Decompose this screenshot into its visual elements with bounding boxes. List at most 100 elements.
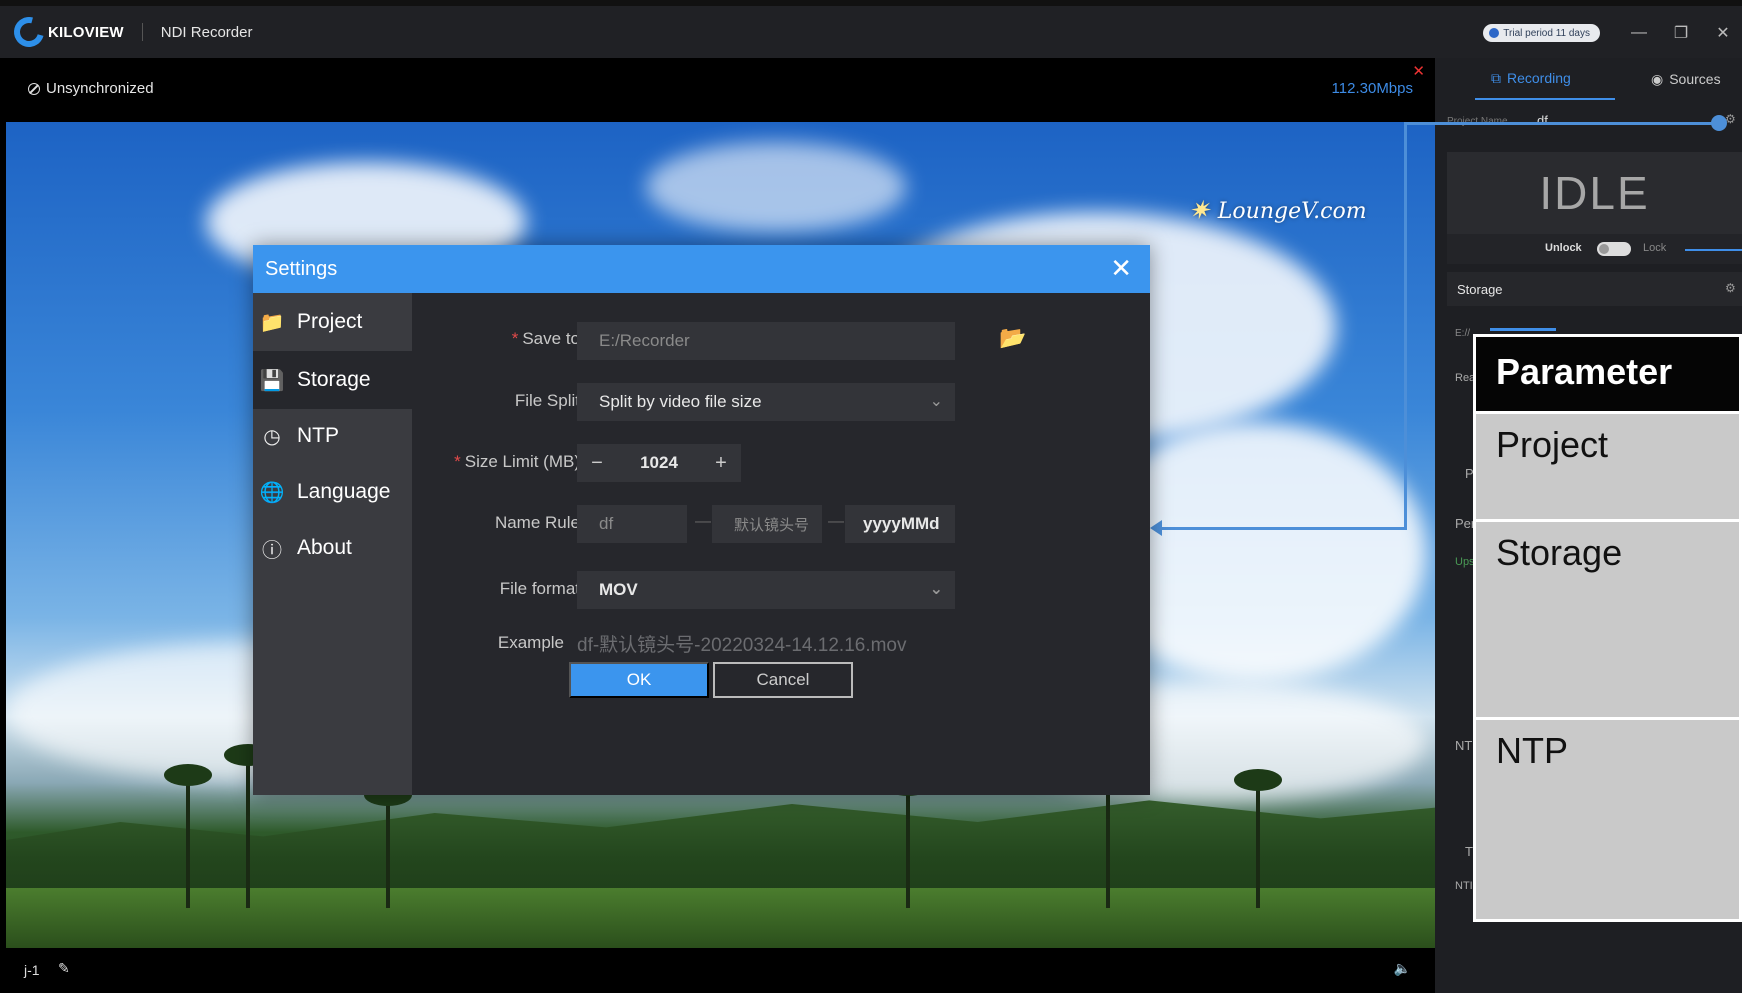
annotation-line — [1404, 122, 1407, 530]
title-separator — [141, 23, 143, 41]
name-rule-part-2[interactable]: 默认镜头号 — [712, 505, 822, 543]
file-format-label: File format — [499, 579, 580, 598]
tab-sources[interactable]: ◉ Sources — [1641, 58, 1742, 100]
palm-tree-shape — [1234, 769, 1282, 908]
example-label: Example — [497, 633, 564, 652]
chevron-down-icon: ⌄ — [929, 393, 943, 410]
close-stream-button[interactable]: ✕ — [1412, 62, 1425, 80]
name-rule-part-1[interactable]: df — [577, 505, 687, 543]
globe-icon: 🌐 — [259, 481, 285, 504]
file-split-select[interactable]: Split by video file size ⌄ — [577, 383, 955, 421]
storage-section-header: Storage ⚙ — [1447, 272, 1742, 306]
project-name-value[interactable]: df — [1537, 113, 1548, 128]
gear-icon[interactable]: ⚙ — [1725, 281, 1736, 295]
settings-nav: 📁 Project 💾 Storage ◷ NTP 🌐 Language ⓘ A… — [253, 293, 412, 795]
volume-icon[interactable]: 🔈 — [1394, 960, 1411, 977]
example-value: df-默认镜头号-20220324-14.12.16.mov — [577, 635, 907, 656]
trial-badge-label: Trial period 11 days — [1503, 27, 1590, 39]
panel-stub: Ups — [1455, 556, 1475, 568]
lock-toggle[interactable] — [1597, 242, 1631, 256]
parameter-row-ntp: NTP — [1476, 717, 1739, 919]
storage-usage-bar — [1490, 328, 1556, 331]
settings-nav-label: Language — [297, 480, 391, 503]
browse-folder-icon[interactable]: 📂 — [999, 325, 1026, 351]
name-rule-label: Name Rule — [494, 513, 580, 532]
star-icon: ✷ — [1188, 196, 1210, 226]
lock-indicator-line — [1685, 249, 1742, 251]
size-limit-value[interactable]: 1024 — [617, 453, 701, 473]
sync-status-label: Unsynchronized — [46, 80, 154, 97]
settings-close-button[interactable]: ✕ — [1110, 253, 1132, 284]
record-icon: ⧉ — [1491, 69, 1501, 86]
bitrate-readout: 112.30Mbps — [1331, 80, 1413, 97]
grass-shape — [6, 888, 1435, 948]
palm-tree-shape — [164, 764, 212, 908]
restore-button[interactable]: ❐ — [1668, 20, 1694, 46]
parameter-row-project: Project — [1476, 411, 1739, 519]
lock-row: Unlock Lock — [1447, 234, 1742, 264]
ok-button[interactable]: OK — [569, 662, 709, 698]
parameter-table: Parameter Project Storage NTP — [1473, 334, 1742, 922]
watermark-text: LoungeV.com — [1217, 198, 1367, 224]
stream-status-bar: Unsynchronized 112.30Mbps ✕ — [0, 58, 1435, 122]
tab-recording-label: Recording — [1507, 70, 1571, 86]
save-to-label: * Save to — [511, 329, 580, 348]
decrement-button[interactable]: − — [577, 444, 617, 482]
file-format-value: MOV — [599, 580, 638, 599]
storage-section-title: Storage — [1457, 282, 1503, 297]
file-split-label: File Split — [514, 391, 580, 410]
settings-dialog-header: Settings ✕ — [253, 245, 1150, 293]
size-limit-stepper: − 1024 + — [577, 444, 741, 482]
palm-tree-shape — [224, 744, 272, 908]
file-split-value: Split by video file size — [599, 392, 762, 411]
separator-dash: — — [828, 513, 844, 530]
settings-nav-ntp[interactable]: ◷ NTP — [253, 407, 412, 465]
brand-logo: KILOVIEW — [8, 11, 124, 53]
unlock-label: Unlock — [1545, 242, 1582, 254]
settings-dialog-title: Settings — [265, 258, 338, 280]
folder-icon: 📁 — [259, 311, 285, 334]
cancel-button[interactable]: Cancel — [713, 662, 853, 698]
minimize-button[interactable]: — — [1626, 20, 1652, 46]
info-icon: ⓘ — [262, 539, 282, 562]
settings-nav-about[interactable]: ⓘ About — [253, 519, 412, 577]
chevron-down-icon: ⌄ — [929, 581, 943, 598]
increment-button[interactable]: + — [701, 444, 741, 482]
edit-icon[interactable]: ✎ — [58, 960, 70, 977]
settings-nav-project[interactable]: 📁 Project — [253, 293, 412, 351]
parameter-table-header: Parameter — [1476, 337, 1739, 411]
save-to-input[interactable]: E:/Recorder — [577, 322, 955, 360]
palm-tree-shape — [364, 784, 412, 908]
sync-status: Unsynchronized — [28, 80, 154, 97]
annotation-dot — [1711, 115, 1727, 131]
shield-icon — [1489, 28, 1500, 38]
settings-nav-label: NTP — [297, 424, 339, 447]
panel-stub: NT — [1455, 738, 1473, 753]
settings-nav-label: Storage — [297, 368, 371, 391]
annotation-line — [1160, 527, 1407, 530]
annotation-line — [1404, 122, 1720, 125]
ndi-recorder-window: KILOVIEW NDI Recorder Trial period 11 da… — [0, 0, 1742, 993]
floppy-icon: 💾 — [259, 369, 285, 392]
brand-name: KILOVIEW — [48, 23, 124, 41]
watermark: ✷ LoungeV.com — [1188, 196, 1367, 226]
settings-nav-label: About — [297, 536, 352, 559]
settings-nav-storage[interactable]: 💾 Storage — [253, 351, 412, 409]
cloud-shape — [646, 142, 906, 232]
parameter-row-storage: Storage — [1476, 519, 1739, 717]
unsync-icon — [28, 82, 40, 95]
separator-dash: — — [695, 513, 711, 530]
broadcast-icon: ◉ — [1651, 70, 1664, 87]
name-rule-part-3[interactable]: yyyyMMd — [845, 505, 955, 543]
app-title: NDI Recorder — [160, 23, 253, 41]
file-format-select[interactable]: MOV ⌄ — [577, 571, 955, 609]
annotation-arrow-icon — [1150, 520, 1162, 536]
settings-nav-label: Project — [297, 310, 363, 333]
storage-path: E:// — [1455, 328, 1471, 339]
title-bar: KILOVIEW NDI Recorder Trial period 11 da… — [0, 0, 1742, 58]
settings-nav-language[interactable]: 🌐 Language — [253, 463, 412, 521]
tab-recording[interactable]: ⧉ Recording — [1475, 58, 1615, 100]
tab-sources-label: Sources — [1669, 71, 1721, 87]
trial-badge: Trial period 11 days — [1483, 24, 1600, 42]
window-close-button[interactable]: ✕ — [1710, 20, 1736, 46]
